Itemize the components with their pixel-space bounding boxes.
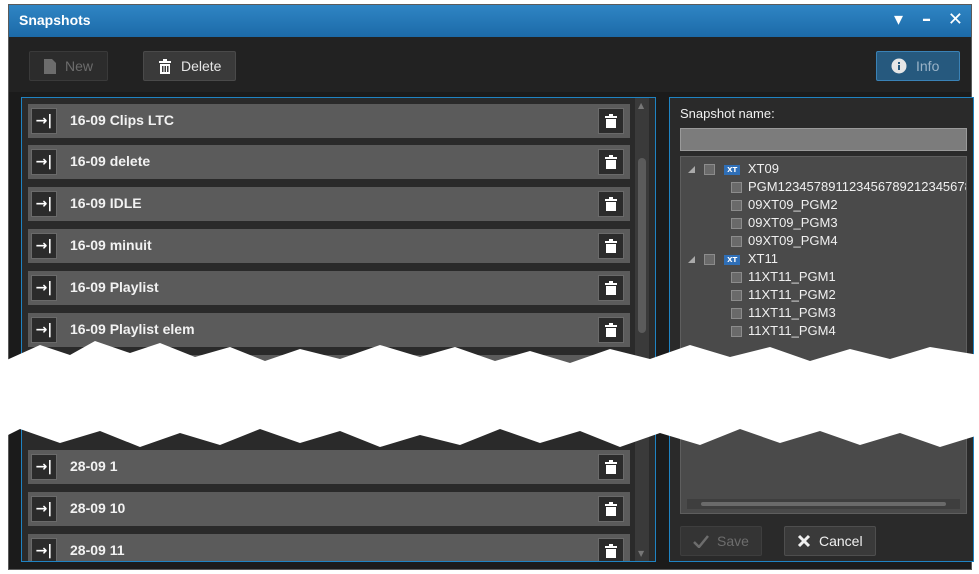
load-arrow-icon[interactable]: →| bbox=[31, 191, 57, 217]
snapshot-editor: Snapshot name: XT XT09 PGM12345789112345… bbox=[669, 97, 974, 562]
xt-server-icon: XT bbox=[724, 164, 741, 175]
toolbar: New Delete Info bbox=[9, 37, 971, 92]
expand-triangle-icon[interactable] bbox=[687, 165, 696, 174]
tree-node-xt11[interactable]: XT XT11 bbox=[687, 251, 778, 266]
trash-icon bbox=[159, 58, 171, 74]
tree-leaf[interactable]: PGM12345789112345678921234567893 bbox=[731, 179, 967, 194]
snapshot-name: 16-09 Clips LTC bbox=[70, 112, 174, 128]
checkbox[interactable] bbox=[731, 218, 742, 230]
load-arrow-icon[interactable]: →| bbox=[31, 496, 57, 522]
snapshot-name: 28-09 1 bbox=[70, 458, 118, 474]
list-scrollbar[interactable]: ▲ ▼ bbox=[635, 98, 649, 561]
tree-leaf[interactable]: 09XT09_PGM4 bbox=[731, 233, 838, 248]
delete-button-label: Delete bbox=[181, 58, 222, 74]
delete-button[interactable]: Delete bbox=[143, 51, 237, 81]
trash-icon[interactable] bbox=[598, 108, 624, 134]
snapshot-name: 28-09 10 bbox=[70, 500, 126, 516]
minimize-button[interactable]: – bbox=[922, 9, 931, 30]
snapshot-name: 16-09 delete bbox=[70, 153, 151, 169]
tree-node-xt09[interactable]: XT XT09 bbox=[687, 161, 779, 176]
snapshot-name-label: Snapshot name: bbox=[680, 106, 775, 121]
tree-leaf-label: 09XT09_PGM3 bbox=[748, 215, 838, 230]
checkbox[interactable] bbox=[703, 254, 715, 266]
tree-leaf[interactable]: 11XT11_PGM2 bbox=[731, 287, 836, 302]
info-button[interactable]: Info bbox=[876, 51, 960, 81]
snapshots-window: Snapshots ▾ – ✕ New Delete Info →| 16-09… bbox=[8, 4, 974, 570]
snapshot-row[interactable]: →| 28-09 1 bbox=[28, 450, 630, 484]
snapshot-row[interactable]: →| 16-09 Playlist bbox=[28, 271, 630, 305]
new-document-icon bbox=[44, 58, 56, 74]
cancel-button[interactable]: Cancel bbox=[784, 526, 876, 556]
trash-icon[interactable] bbox=[598, 149, 624, 175]
save-button[interactable]: Save bbox=[680, 526, 762, 556]
snapshot-name: 28-09 11 bbox=[70, 542, 125, 558]
collapse-icon[interactable]: ▾ bbox=[894, 9, 903, 30]
new-button[interactable]: New bbox=[29, 51, 109, 81]
checkbox[interactable] bbox=[731, 236, 742, 248]
title-bar: Snapshots ▾ – ✕ bbox=[9, 5, 971, 37]
snapshot-name-input[interactable] bbox=[680, 128, 967, 151]
load-arrow-icon[interactable]: →| bbox=[31, 538, 57, 561]
checkbox[interactable] bbox=[731, 308, 742, 320]
torn-paper-gap bbox=[0, 341, 979, 447]
load-arrow-icon[interactable]: →| bbox=[31, 454, 57, 480]
save-button-label: Save bbox=[717, 533, 749, 549]
scroll-up-icon[interactable]: ▲ bbox=[638, 101, 644, 110]
tree-leaf[interactable]: 11XT11_PGM3 bbox=[731, 305, 836, 320]
snapshot-name: 16-09 minuit bbox=[70, 237, 152, 253]
info-button-label: Info bbox=[916, 58, 940, 74]
trash-icon[interactable] bbox=[598, 496, 624, 522]
window-title: Snapshots bbox=[19, 12, 91, 28]
load-arrow-icon[interactable]: →| bbox=[31, 149, 57, 175]
tree-leaf[interactable]: 09XT09_PGM3 bbox=[731, 215, 838, 230]
tree-leaf-label: 09XT09_PGM2 bbox=[748, 197, 838, 212]
load-arrow-icon[interactable]: →| bbox=[31, 275, 57, 301]
snapshot-row[interactable]: →| 16-09 minuit bbox=[28, 229, 630, 263]
checkbox[interactable] bbox=[703, 164, 715, 176]
tree-leaf[interactable]: 09XT09_PGM2 bbox=[731, 197, 838, 212]
xt-server-icon: XT bbox=[724, 254, 741, 265]
tree-node-label: XT11 bbox=[747, 251, 778, 266]
trash-icon[interactable] bbox=[598, 275, 624, 301]
scrollbar-thumb[interactable] bbox=[701, 502, 946, 506]
snapshot-row[interactable]: →| 16-09 Clips LTC bbox=[28, 104, 630, 138]
trash-icon[interactable] bbox=[598, 191, 624, 217]
snapshot-name: 16-09 Playlist bbox=[70, 279, 159, 295]
checkbox[interactable] bbox=[731, 290, 742, 302]
expand-triangle-icon[interactable] bbox=[687, 255, 696, 264]
tree-leaf[interactable]: 11XT11_PGM1 bbox=[731, 269, 836, 284]
snapshot-name: 16-09 IDLE bbox=[70, 195, 142, 211]
close-button[interactable]: ✕ bbox=[948, 9, 963, 30]
tree-leaf-label: PGM12345789112345678921234567893 bbox=[748, 179, 967, 194]
cancel-button-label: Cancel bbox=[819, 533, 863, 549]
new-button-label: New bbox=[65, 58, 94, 74]
tree-horizontal-scrollbar[interactable] bbox=[687, 499, 960, 509]
scrollbar-thumb[interactable] bbox=[638, 158, 646, 333]
load-arrow-icon[interactable]: →| bbox=[31, 233, 57, 259]
snapshot-list: →| 16-09 Clips LTC →| 16-09 delete →| 16… bbox=[21, 97, 656, 562]
snapshot-row[interactable]: →| 16-09 IDLE bbox=[28, 187, 630, 221]
tree-leaf-label: 11XT11_PGM1 bbox=[748, 269, 836, 284]
tree-leaf-label: 09XT09_PGM4 bbox=[748, 233, 838, 248]
checkbox[interactable] bbox=[731, 182, 742, 194]
tree-leaf-label: 11XT11_PGM2 bbox=[748, 287, 836, 302]
snapshot-row[interactable]: →| 28-09 10 bbox=[28, 492, 630, 526]
tree-node-label: XT09 bbox=[747, 161, 779, 176]
close-icon bbox=[797, 534, 811, 548]
info-icon bbox=[891, 58, 907, 74]
checkbox[interactable] bbox=[731, 200, 742, 212]
snapshot-row[interactable]: →| 16-09 delete bbox=[28, 145, 630, 179]
tree-leaf-label: 11XT11_PGM3 bbox=[748, 305, 836, 320]
trash-icon[interactable] bbox=[598, 538, 624, 561]
trash-icon[interactable] bbox=[598, 233, 624, 259]
scroll-down-icon[interactable]: ▼ bbox=[638, 549, 644, 558]
snapshot-row[interactable]: →| 28-09 11 bbox=[28, 534, 630, 561]
load-arrow-icon[interactable]: →| bbox=[31, 108, 57, 134]
checkbox[interactable] bbox=[731, 272, 742, 284]
trash-icon[interactable] bbox=[598, 454, 624, 480]
checkmark-icon bbox=[693, 534, 709, 548]
